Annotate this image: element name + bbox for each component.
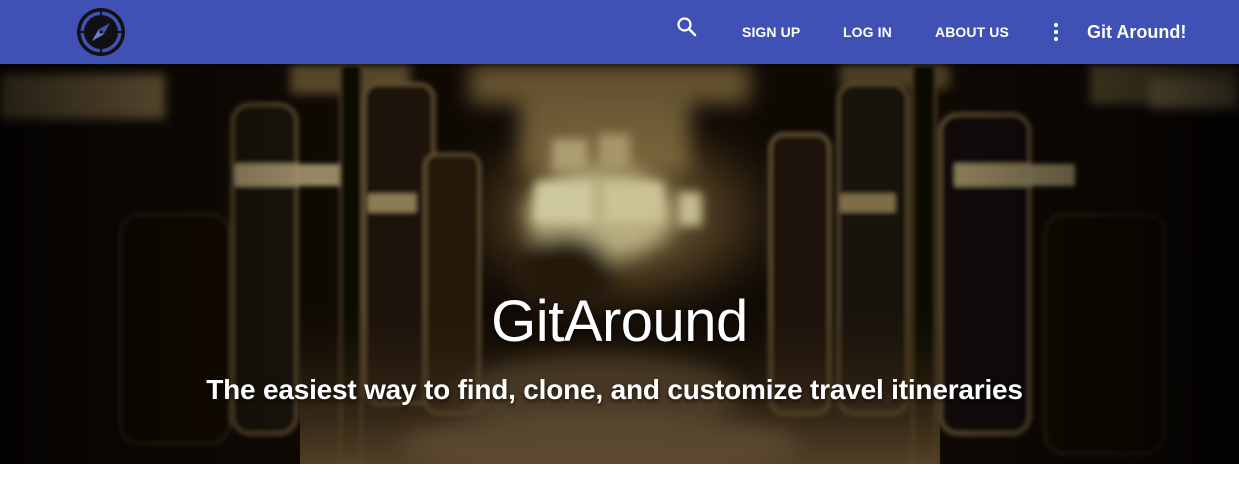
about-us-link[interactable]: ABOUT US — [935, 0, 1009, 64]
log-in-link[interactable]: LOG IN — [843, 0, 892, 64]
search-icon[interactable] — [674, 14, 700, 40]
compass-logo-icon[interactable] — [75, 6, 127, 58]
top-navbar: SIGN UP LOG IN ABOUT US Git Around! — [0, 0, 1239, 64]
sign-up-link[interactable]: SIGN UP — [742, 0, 800, 64]
page-content-area — [0, 464, 1239, 477]
more-vert-icon[interactable] — [1046, 20, 1066, 44]
hero-subtitle: The easiest way to find, clone, and cust… — [206, 374, 1023, 405]
app-root: SIGN UP LOG IN ABOUT US Git Around! GitA… — [0, 0, 1239, 477]
hero-banner: GitAround The easiest way to find, clone… — [0, 64, 1239, 464]
brand-title[interactable]: Git Around! — [1087, 0, 1186, 64]
hero-title: GitAround — [491, 289, 748, 354]
